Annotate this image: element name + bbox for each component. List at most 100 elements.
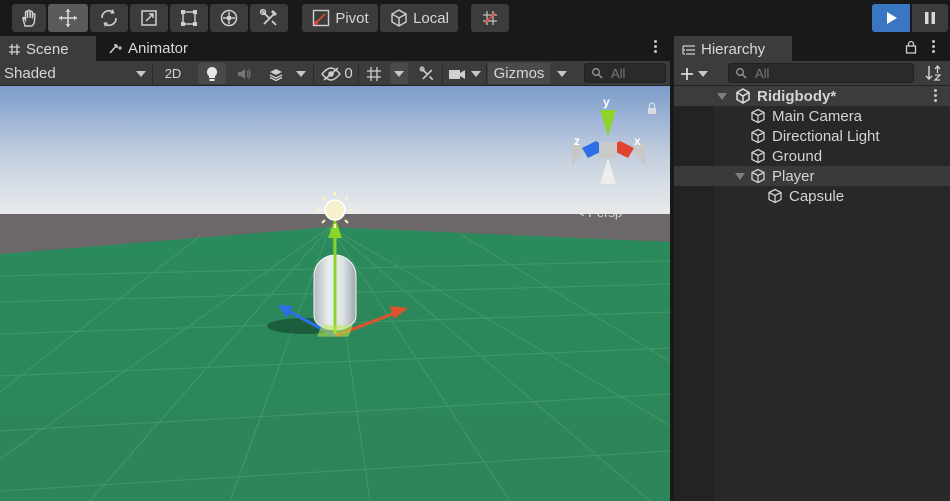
tools-overlay-button[interactable]: [414, 63, 440, 84]
chevron-down-icon: [698, 70, 708, 77]
grid-settings-toggle[interactable]: [362, 63, 386, 84]
rotate-tool-icon: [101, 9, 117, 27]
gizmo-z-label: z: [574, 134, 580, 148]
hierarchy-search-input[interactable]: All: [728, 63, 914, 83]
custom-tool-icon: [259, 8, 277, 26]
grid-dropdown[interactable]: [390, 63, 408, 84]
shading-mode-value: Shaded: [4, 65, 56, 82]
local-toggle-button[interactable]: Local: [380, 4, 458, 32]
scene-viewport[interactable]: y z x < Persp: [0, 86, 670, 501]
tab-scene[interactable]: Scene: [0, 36, 96, 61]
shading-mode-dropdown[interactable]: Shaded: [4, 63, 150, 84]
hand-tool-button[interactable]: [12, 4, 46, 32]
search-icon: [736, 68, 747, 79]
hierarchy-menu-icon[interactable]: [930, 40, 936, 55]
hierarchy-item-capsule[interactable]: Capsule: [674, 186, 950, 206]
local-cube-icon: [391, 9, 407, 27]
custom-tool-button[interactable]: [250, 4, 288, 32]
plus-icon: [681, 67, 693, 80]
scene-camera-button[interactable]: [446, 63, 468, 84]
transform-tool-icon: [220, 9, 238, 27]
hierarchy-search-placeholder: All: [755, 65, 770, 81]
chevron-down-icon: [136, 70, 146, 77]
local-label: Local: [413, 9, 449, 27]
main-toolbar: Pivot Local: [0, 0, 950, 36]
scene-render: y z x < Persp: [0, 86, 670, 501]
chevron-down-icon: [296, 70, 306, 77]
rotate-tool-button[interactable]: [90, 4, 128, 32]
scale-tool-icon: [141, 10, 157, 26]
scene-visibility-toggle[interactable]: 0: [318, 63, 356, 84]
gizmos-label: Gizmos: [493, 65, 545, 82]
gameobject-cube-icon: [768, 188, 782, 204]
tab-animator-label: Animator: [128, 40, 189, 57]
perspective-label[interactable]: < Persp: [577, 205, 622, 220]
play-button[interactable]: [872, 4, 910, 32]
camera-icon: [449, 69, 465, 79]
pivot-label: Pivot: [335, 9, 369, 27]
hierarchy-item-player[interactable]: Player: [674, 166, 950, 186]
chevron-down-icon: [557, 70, 567, 77]
create-button[interactable]: [680, 64, 714, 83]
pause-icon: [925, 12, 935, 24]
tab-animator[interactable]: Animator: [100, 36, 210, 61]
hierarchy-item-label: Player: [772, 167, 815, 185]
hierarchy-list-icon: [682, 44, 695, 55]
tab-scene-label: Scene: [26, 41, 69, 58]
grid-snap-button[interactable]: [471, 4, 509, 32]
scene-effects-toggle[interactable]: [262, 63, 290, 84]
scene-search-input[interactable]: All: [584, 63, 666, 83]
grid-snap-icon: [483, 11, 497, 25]
lock-icon[interactable]: [905, 40, 917, 54]
grid-snap-icon: [367, 66, 381, 81]
toggle-2d-button[interactable]: 2D: [156, 63, 190, 84]
hierarchy-item-label: Main Camera: [772, 107, 863, 125]
move-tool-button[interactable]: [48, 4, 88, 32]
fold-arrow-icon[interactable]: [735, 172, 745, 180]
effects-dropdown[interactable]: [292, 63, 310, 84]
scene-panel-menu-icon[interactable]: [652, 40, 658, 55]
toggle-2d-label: 2D: [164, 66, 182, 81]
fold-arrow-icon[interactable]: [717, 92, 727, 100]
hierarchy-item-label: Ground: [772, 147, 823, 165]
gameobject-cube-icon: [751, 148, 765, 164]
gizmos-dropdown[interactable]: [552, 63, 572, 84]
hierarchy-item-label: Capsule: [789, 187, 845, 205]
camera-dropdown[interactable]: [468, 63, 484, 84]
gameobject-cube-icon: [751, 108, 765, 124]
hidden-objects-count: 0: [344, 65, 353, 82]
animator-icon: [109, 44, 122, 54]
effects-layers-icon: [269, 68, 283, 81]
pivot-toggle-button[interactable]: Pivot: [302, 4, 378, 32]
scene-search-placeholder: All: [611, 65, 626, 81]
eye-hidden-icon: [321, 66, 342, 81]
gameobject-cube-icon: [751, 168, 765, 184]
move-tool-icon: [59, 9, 77, 27]
light-bulb-icon: [207, 66, 217, 81]
scene-audio-toggle[interactable]: [230, 63, 258, 84]
tab-hierarchy[interactable]: Hierarchy: [674, 36, 792, 61]
chevron-down-icon: [394, 70, 404, 77]
hierarchy-item-main-camera[interactable]: Main Camera: [674, 106, 950, 126]
scene-row-menu-icon[interactable]: [932, 89, 938, 102]
hierarchy-item-ground[interactable]: Ground: [674, 146, 950, 166]
hierarchy-toolbar: All: [674, 61, 950, 86]
hierarchy-item-label: Directional Light: [772, 127, 880, 145]
hand-tool-icon: [22, 9, 36, 27]
unity-scene-icon: [736, 88, 750, 104]
audio-icon: [238, 68, 251, 79]
scene-lighting-toggle[interactable]: [198, 63, 226, 84]
transform-tool-button[interactable]: [210, 4, 248, 32]
pause-button[interactable]: [912, 4, 948, 32]
scene-tab-strip: Scene Animator: [0, 36, 670, 61]
hierarchy-scene-row[interactable]: Ridigbody*: [674, 86, 950, 106]
hierarchy-item-directional-light[interactable]: Directional Light: [674, 126, 950, 146]
chevron-down-icon: [471, 70, 481, 77]
scene-view-toolbar: Shaded 2D 0 Gizmos All: [0, 61, 670, 86]
tab-hierarchy-label: Hierarchy: [701, 41, 766, 58]
gizmos-button[interactable]: Gizmos: [488, 63, 550, 84]
scale-tool-button[interactable]: [130, 4, 168, 32]
sort-icon[interactable]: [924, 65, 942, 81]
rect-tool-button[interactable]: [170, 4, 208, 32]
gizmo-y-label: y: [603, 95, 610, 109]
